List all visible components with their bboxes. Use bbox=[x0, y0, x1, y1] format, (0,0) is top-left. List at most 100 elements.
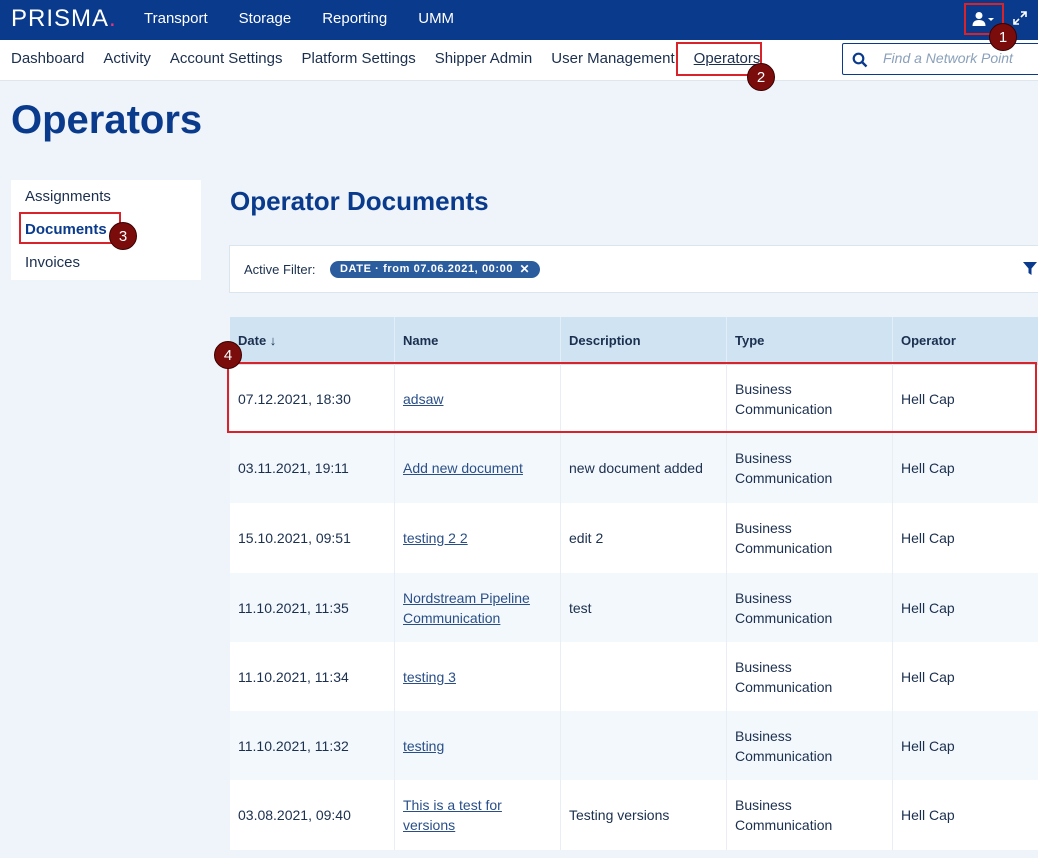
subnav-activity[interactable]: Activity bbox=[103, 40, 151, 78]
date-cell-text: 11.10.2021, 11:35 bbox=[238, 599, 349, 616]
column-header-operator[interactable]: Operator bbox=[893, 317, 1038, 365]
name-line[interactable]: testing 3 bbox=[403, 669, 456, 685]
column-header-type[interactable]: Type bbox=[727, 317, 893, 365]
name-line[interactable]: versions bbox=[403, 817, 455, 833]
callout-badge-1: 1 bbox=[989, 23, 1017, 51]
name-line[interactable]: This is a test for bbox=[403, 797, 502, 813]
column-header-name[interactable]: Name bbox=[395, 317, 561, 365]
operator-cell-text: Hell Cap bbox=[901, 460, 955, 476]
type-line: Communication bbox=[735, 609, 833, 626]
name-line[interactable]: Add new document bbox=[403, 460, 523, 476]
operator-cell-text: Hell Cap bbox=[901, 737, 955, 754]
name-line[interactable]: Nordstream Pipeline bbox=[403, 590, 530, 606]
type-cell: Business Communication bbox=[727, 780, 893, 850]
callout-badge-3: 3 bbox=[109, 222, 137, 250]
logo-text: PRISMA bbox=[11, 5, 110, 32]
description-cell: Testing versions bbox=[561, 780, 727, 850]
column-header-description[interactable]: Description bbox=[561, 317, 727, 365]
leftnav-invoices[interactable]: Invoices bbox=[25, 254, 80, 271]
type-line: Communication bbox=[735, 540, 833, 556]
operator-cell-text: Hell Cap bbox=[901, 599, 955, 616]
type-line: Communication bbox=[735, 747, 833, 764]
table-row[interactable]: 11.10.2021, 11:34 testing 3 Business Commun… bbox=[230, 642, 1038, 711]
date-cell-text: 03.08.2021, 09:40 bbox=[238, 807, 351, 823]
type-cell-text: Business Communication bbox=[735, 795, 832, 835]
row-highlight-box bbox=[227, 362, 1037, 433]
document-link[interactable]: testing bbox=[403, 736, 444, 756]
section-title: Operator Documents bbox=[230, 186, 489, 216]
document-link[interactable]: This is a test for versions bbox=[403, 795, 502, 835]
expand-icon[interactable] bbox=[1012, 10, 1028, 26]
document-link[interactable]: Nordstream Pipeline Communication bbox=[403, 588, 530, 628]
description-cell-text: edit 2 bbox=[569, 530, 604, 546]
search-input[interactable] bbox=[883, 50, 1033, 66]
operator-cell: Hell Cap bbox=[893, 780, 1038, 850]
filter-chip[interactable]: DATE · from 07.06.2021, 00:00 ✕ bbox=[330, 261, 541, 278]
type-line: Communication bbox=[735, 470, 833, 486]
topnav-reporting[interactable]: Reporting bbox=[322, 0, 387, 40]
topnav-umm[interactable]: UMM bbox=[418, 0, 454, 40]
document-link[interactable]: Add new document bbox=[403, 458, 523, 478]
type-line: Business bbox=[735, 797, 792, 813]
type-cell: Business Communication bbox=[727, 642, 893, 711]
name-line[interactable]: Communication bbox=[403, 610, 500, 626]
name-line[interactable]: testing bbox=[403, 738, 444, 754]
caret-down-icon bbox=[988, 18, 994, 21]
top-bar: PRISMA. Transport Storage Reporting UMM bbox=[0, 0, 1038, 40]
column-header-date[interactable]: Date ↓ bbox=[230, 317, 395, 365]
table-row[interactable]: 15.10.2021, 09:51 testing 2 2 edit 2 Busine… bbox=[230, 503, 1038, 573]
name-cell: testing 2 2 bbox=[395, 503, 561, 573]
description-cell bbox=[561, 642, 727, 711]
subnav-shipper-admin[interactable]: Shipper Admin bbox=[435, 40, 533, 78]
document-link[interactable]: testing 2 2 bbox=[403, 528, 468, 548]
operator-cell: Hell Cap bbox=[893, 573, 1038, 642]
type-line: Business bbox=[735, 520, 792, 536]
name-cell: Nordstream Pipeline Communication bbox=[395, 573, 561, 642]
subnav-platform-settings[interactable]: Platform Settings bbox=[301, 40, 415, 78]
operator-cell-text: Hell Cap bbox=[901, 668, 955, 685]
date-cell: 11.10.2021, 11:34 bbox=[230, 642, 395, 711]
table-row[interactable]: 03.11.2021, 19:11 Add new document new doc… bbox=[230, 433, 1038, 503]
callout-badge-4: 4 bbox=[214, 341, 242, 369]
date-cell-text: 11.10.2021, 11:32 bbox=[238, 737, 349, 754]
document-link[interactable]: testing 3 bbox=[403, 667, 456, 687]
subnav-user-management[interactable]: User Management bbox=[551, 40, 674, 78]
table-row[interactable]: 11.10.2021, 11:35 Nordstream Pipeline Comm… bbox=[230, 573, 1038, 642]
topnav-storage[interactable]: Storage bbox=[239, 0, 292, 40]
date-cell: 11.10.2021, 11:35 bbox=[230, 573, 395, 642]
top-nav: Transport Storage Reporting UMM bbox=[144, 0, 485, 40]
date-cell: 15.10.2021, 09:51 bbox=[230, 503, 395, 573]
topnav-transport[interactable]: Transport bbox=[144, 0, 208, 40]
name-cell: testing bbox=[395, 711, 561, 780]
subnav-dashboard[interactable]: Dashboard bbox=[11, 40, 84, 78]
description-cell: edit 2 bbox=[561, 503, 727, 573]
operator-cell: Hell Cap bbox=[893, 503, 1038, 573]
active-filter-label: Active Filter: bbox=[244, 262, 316, 277]
table-row[interactable]: 03.08.2021, 09:40 This is a test for versi… bbox=[230, 780, 1038, 850]
name-cell: Add new document bbox=[395, 433, 561, 503]
type-line: Business bbox=[735, 450, 792, 466]
documents-highlight-box bbox=[19, 212, 121, 244]
prisma-logo[interactable]: PRISMA. bbox=[11, 5, 117, 33]
user-icon bbox=[972, 12, 994, 26]
date-cell-text: 15.10.2021, 09:51 bbox=[238, 530, 351, 546]
type-line: Business bbox=[735, 658, 792, 675]
date-cell: 03.08.2021, 09:40 bbox=[230, 780, 395, 850]
filter-bar: Active Filter: DATE · from 07.06.2021, 0… bbox=[229, 245, 1038, 293]
subnav-account-settings[interactable]: Account Settings bbox=[170, 40, 283, 78]
table-row[interactable]: 11.10.2021, 11:32 testing Business Communic… bbox=[230, 711, 1038, 780]
type-line: Communication bbox=[735, 678, 833, 695]
type-line: Business bbox=[735, 589, 792, 606]
type-cell-text: Business Communication bbox=[735, 726, 832, 766]
description-cell: test bbox=[561, 573, 727, 642]
type-line: Business bbox=[735, 727, 792, 744]
filter-icon[interactable] bbox=[1023, 262, 1037, 276]
name-line[interactable]: testing 2 2 bbox=[403, 530, 468, 546]
operator-cell: Hell Cap bbox=[893, 433, 1038, 503]
callout-badge-2: 2 bbox=[747, 63, 775, 91]
description-cell-text: Testing versions bbox=[569, 807, 670, 823]
close-icon[interactable]: ✕ bbox=[519, 261, 530, 278]
leftnav-assignments[interactable]: Assignments bbox=[25, 188, 111, 205]
type-cell: Business Communication bbox=[727, 711, 893, 780]
search-icon[interactable] bbox=[852, 52, 868, 68]
